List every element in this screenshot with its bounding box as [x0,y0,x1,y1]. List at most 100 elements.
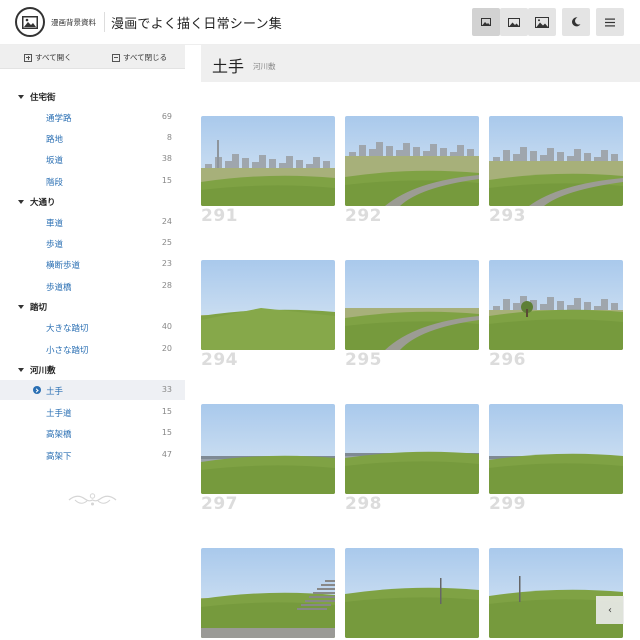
collapse-all-label: すべて閉じる [123,53,168,62]
sidebar-item-label: 坂道 [46,156,64,166]
view-large-button[interactable] [528,8,556,36]
sidebar-item[interactable]: 車道 24 [0,212,185,232]
menu-button[interactable] [596,8,624,36]
photo-number: 299 [489,494,526,514]
dark-mode-button[interactable] [562,8,590,36]
photo-thumbnail[interactable] [345,260,479,350]
image-small-icon [481,18,491,26]
sidebar-item-label: 横断歩道 [46,261,81,271]
sidebar-item-count: 23 [161,259,172,268]
sidebar-item-label: 通学路 [46,114,72,124]
caret-down-icon [18,200,24,204]
category-sidebar: すべて開く すべて閉じる 住宅街 通学路 69 路地 8 坂道 38 階段 15… [0,45,185,640]
photo-number: 293 [489,206,526,226]
sidebar-item-count: 15 [161,407,172,416]
sidebar-item[interactable]: 歩道 25 [0,233,185,253]
sidebar-item-label: 路地 [46,135,64,145]
sidebar-item-count: 38 [161,154,172,163]
photo-number: 294 [201,350,238,370]
view-small-button[interactable] [472,8,500,36]
sidebar-item[interactable]: 坂道 38 [0,149,185,169]
photo-number: 292 [345,206,382,226]
sidebar-item[interactable]: 階段 15 [0,171,185,191]
photo-number: 295 [345,350,382,370]
sidebar-item-count: 33 [161,385,172,394]
top-header: 漫画背景資料 漫画でよく描く日常シーン集 [0,0,640,45]
sidebar-item[interactable]: 高架橋 15 [0,423,185,443]
sidebar-item[interactable]: 土手道 15 [0,402,185,422]
category-riverbank[interactable]: 河川敷 [18,364,56,376]
sidebar-item-count: 8 [166,133,172,142]
expand-all-button[interactable]: すべて開く [24,52,72,63]
sidebar-item-count: 25 [161,238,172,247]
photo-thumbnail[interactable] [489,404,623,494]
sidebar-item-label: 高架下 [46,452,72,462]
sidebar-item[interactable]: 横断歩道 23 [0,254,185,274]
sidebar-item[interactable]: 通学路 69 [0,107,185,127]
sidebar-item-count: 15 [161,176,172,185]
sidebar-item[interactable]: 小さな踏切 20 [0,339,185,359]
category-label: 大通り [30,198,56,208]
page-title-bar: 土手 河川敷 [201,45,640,82]
sidebar-item-selected[interactable]: 土手 33 [0,380,185,400]
photo-thumbnail[interactable] [201,116,335,206]
caret-down-icon [18,95,24,99]
sidebar-toolbar: すべて開く すべて閉じる [0,45,185,69]
sidebar-item-label: 大きな踏切 [46,324,89,334]
expand-all-label: すべて開く [35,53,72,62]
site-title[interactable]: 漫画でよく描く日常シーン集 [111,13,282,32]
sidebar-item-label: 歩道橋 [46,283,72,293]
category-main-street[interactable]: 大通り [18,196,56,208]
sidebar-item-label: 土手道 [46,409,72,419]
moon-icon [572,17,581,27]
view-medium-button[interactable] [500,8,528,36]
category-railroad-crossing[interactable]: 踏切 [18,301,47,313]
sidebar-item-label: 高架橋 [46,430,72,440]
sidebar-item-label: 土手 [46,387,64,397]
sidebar-item[interactable]: 高架下 47 [0,445,185,465]
ornament-icon [68,493,117,506]
collapse-sidebar-button[interactable]: ‹ [596,596,624,624]
photo-thumbnail[interactable] [489,116,623,206]
photo-thumbnail[interactable] [345,116,479,206]
header-divider [104,12,105,32]
hamburger-icon [605,18,615,26]
sidebar-item[interactable]: 歩道橋 28 [0,276,185,296]
photo-thumbnail[interactable] [489,260,623,350]
category-label: 住宅街 [30,93,56,103]
sidebar-item-count: 69 [161,112,172,121]
sidebar-item-label: 小さな踏切 [46,346,89,356]
category-label: 河川敷 [30,366,56,376]
page-breadcrumb[interactable]: 河川敷 [253,61,276,72]
logo-icon[interactable] [15,7,45,37]
sidebar-item-count: 24 [161,217,172,226]
sidebar-item-label: 車道 [46,219,64,229]
photo-thumbnail[interactable] [345,548,479,638]
image-medium-icon [508,17,520,27]
photo-thumbnail[interactable] [201,260,335,350]
category-label: 踏切 [30,303,48,313]
sidebar-item[interactable]: 大きな踏切 40 [0,317,185,337]
sidebar-item[interactable]: 路地 8 [0,128,185,148]
sidebar-item-label: 歩道 [46,240,64,250]
photo-thumbnail[interactable] [201,548,335,638]
photo-number: 296 [489,350,526,370]
sidebar-item-count: 28 [161,281,172,290]
photo-number: 297 [201,494,238,514]
photo-thumbnail[interactable] [345,404,479,494]
photo-thumbnail[interactable] [489,548,623,638]
chevron-left-icon: ‹ [608,604,612,616]
sidebar-item-count: 15 [161,428,172,437]
collapse-all-button[interactable]: すべて閉じる [112,52,167,63]
page-title: 土手 [212,57,245,76]
category-residential[interactable]: 住宅街 [18,91,56,103]
logo-text[interactable]: 漫画背景資料 [51,17,96,28]
photo-thumbnail[interactable] [201,404,335,494]
sidebar-item-count: 40 [161,322,172,331]
sidebar-item-count: 47 [161,450,172,459]
caret-down-icon [18,305,24,309]
plus-box-icon [24,53,32,62]
caret-down-icon [18,368,24,372]
minus-box-icon [112,53,120,62]
sidebar-item-count: 20 [161,344,172,353]
